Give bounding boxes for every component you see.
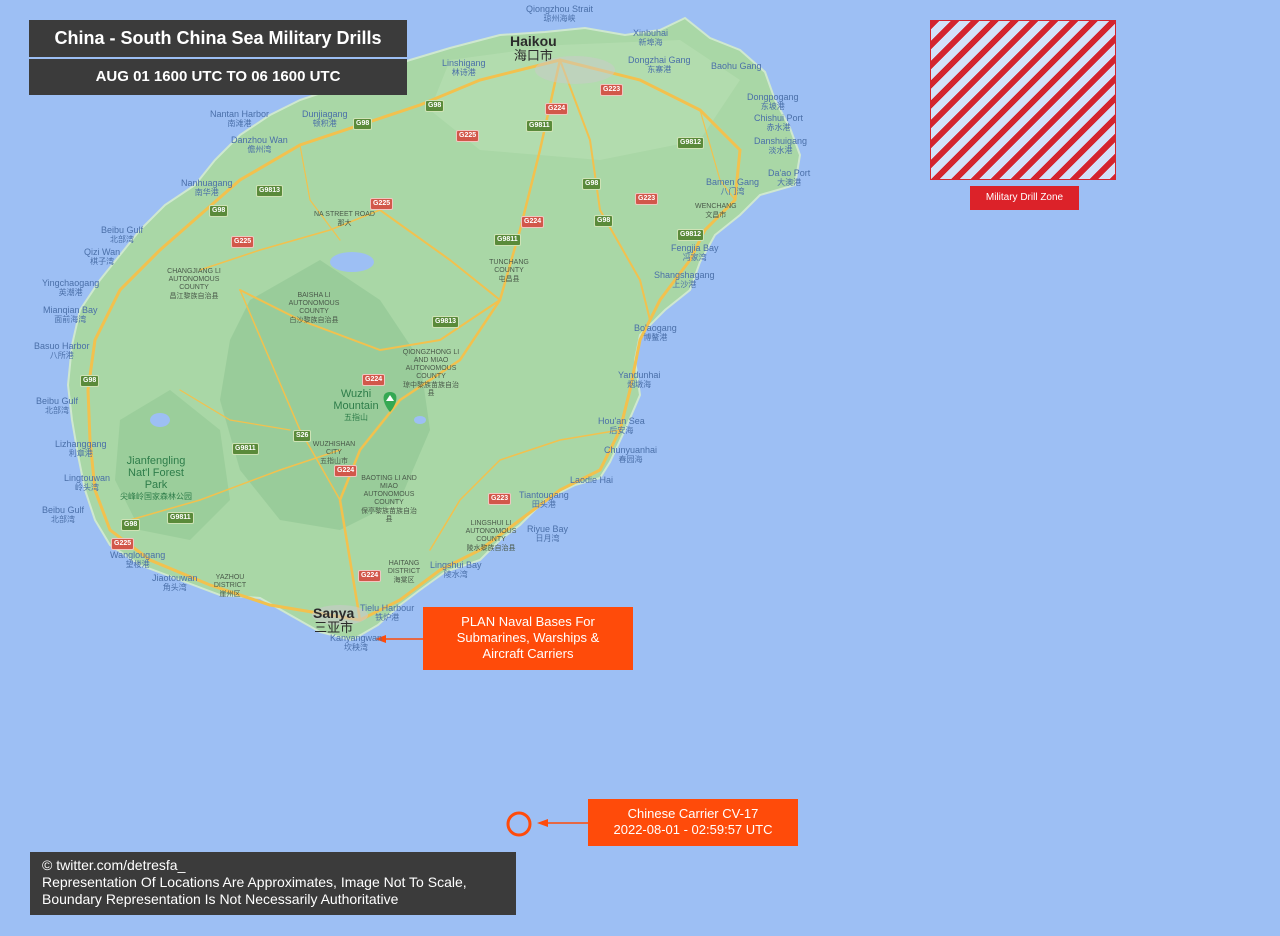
place-label: Basuo Harbor 八所港	[34, 341, 90, 360]
place-label: Baohu Gang	[711, 61, 762, 71]
place-label: Lingshui Bay 陵水湾	[430, 560, 482, 579]
place-label: Bamen Gang 八门湾	[706, 177, 760, 196]
place-label: Hou'an Sea 后安海	[598, 416, 645, 435]
place-label: Dunjiagang 顿积港	[302, 109, 348, 128]
carrier-name: Chinese Carrier CV-17	[627, 806, 759, 821]
carrier-callout: Chinese Carrier CV-17 2022-08-01 - 02:59…	[588, 799, 798, 846]
daguangba-reservoir	[150, 413, 170, 427]
place-label: Dongzhai Gang 东寨港	[628, 55, 691, 74]
county-label: WUZHISHAN CITY 五指山市	[312, 441, 356, 465]
credit-box: © twitter.com/detresfa_ Representation O…	[30, 852, 516, 915]
highway-shield: G9813	[256, 185, 284, 197]
drill-zone-legend-swatch	[930, 20, 1116, 180]
place-label: Beibu Gulf 北部湾	[101, 225, 144, 244]
place-label: Danshuigang 淡水港	[754, 136, 808, 155]
place-label: Chunyuanhai 春园海	[604, 445, 658, 464]
place-label: Chishui Port 赤水港	[754, 113, 804, 132]
highway-shield: G9812	[677, 137, 705, 149]
county-label: LINGSHUI LI AUTONOMOUS COUNTY 陵水黎族自治县	[465, 520, 517, 552]
niululing-reservoir	[414, 416, 426, 424]
naval-bases-callout: PLAN Naval Bases For Submarines, Warship…	[423, 607, 633, 670]
place-label: Kanyangwan 坎秧湾	[330, 633, 383, 652]
county-label: CHANGJIANG LI AUTONOMOUS COUNTY 昌江黎族自治县	[167, 268, 221, 300]
credit-source: © twitter.com/detresfa_	[42, 857, 186, 873]
highway-shield: G223	[600, 84, 624, 96]
highway-shield: G225	[370, 198, 394, 210]
county-label: BAISHA LI AUTONOMOUS COUNTY 白沙黎族自治县	[288, 292, 340, 324]
place-label: Mianqian Bay 面前海湾	[43, 305, 98, 324]
place-label: Fengjia Bay 冯家湾	[671, 243, 719, 262]
city-label-sanya: Sanya 三亚市	[313, 605, 355, 637]
carrier-timestamp: 2022-08-01 - 02:59:57 UTC	[613, 822, 773, 837]
county-label: BAOTING LI AND MIAO AUTONOMOUS COUNTY 保亭黎…	[361, 475, 417, 523]
highway-shield: G98	[582, 178, 602, 190]
place-label: Xinbuhai 新埠海	[633, 28, 669, 47]
highway-shield: G98	[80, 375, 100, 387]
highway-shield: G225	[111, 538, 135, 550]
place-label: Yandunhai 烟墩海	[618, 370, 661, 389]
place-label: Qiongzhou Strait 琼州海峡	[526, 4, 594, 23]
highway-shield: G224	[358, 570, 382, 582]
highway-shield: G225	[456, 130, 480, 142]
highway-shield: G9812	[677, 229, 705, 241]
date-range-banner: AUG 01 1600 UTC TO 06 1600 UTC	[29, 59, 407, 95]
county-label: NA STREET ROAD 那大	[314, 211, 375, 227]
place-label: Lingtouwan 岭头湾	[64, 473, 111, 492]
place-label: Bo'aogang 博鳌港	[634, 323, 677, 342]
highway-shield: G9813	[432, 316, 460, 328]
page-title: China - South China Sea Military Drills	[29, 20, 407, 57]
highway-shield: G98	[209, 205, 229, 217]
credit-disclaimer-1: Representation Of Locations Are Approxim…	[42, 874, 467, 890]
highway-shield: G9811	[526, 120, 553, 132]
place-label: Riyue Bay 日月湾	[527, 524, 569, 543]
county-label: YAZHOU DISTRICT 崖州区	[213, 574, 247, 598]
county-label: HAITANG DISTRICT 海棠区	[387, 560, 421, 584]
city-label-haikou: Haikou 海口市	[510, 33, 557, 65]
place-label: Beibu Gulf 北部湾	[36, 396, 79, 415]
highway-shield: G9811	[167, 512, 194, 524]
highway-shield: G98	[353, 118, 373, 130]
place-label: Yingchaogang 英潮港	[42, 278, 100, 297]
place-label: Nantan Harbor 南滩港	[210, 109, 270, 128]
highway-shield: G223	[635, 193, 659, 205]
highway-shield: G223	[488, 493, 512, 505]
park-label: Jianfengling Nat'l Forest Park 尖峰岭国家森林公园	[120, 455, 192, 501]
highway-shield: G9811	[232, 443, 259, 455]
highway-shield: G9811	[494, 234, 521, 246]
highway-shield: G225	[231, 236, 255, 248]
place-label: Tiantougang 田头港	[519, 490, 569, 509]
place-label: Beibu Gulf 北部湾	[42, 505, 85, 524]
county-label: TUNCHANG COUNTY 屯昌县	[489, 259, 529, 283]
songtao-reservoir	[330, 252, 374, 272]
highway-shield: G224	[334, 465, 358, 477]
place-label: WENCHANG 文昌市	[695, 203, 737, 219]
highway-shield: S26	[293, 430, 312, 442]
highway-shield: G98	[121, 519, 141, 531]
place-label: Danzhou Wan 儋州湾	[231, 135, 288, 154]
place-label: Wanglougang 望楼港	[110, 550, 166, 569]
place-label: Lizhanggang 利章港	[55, 439, 107, 458]
place-label: Da'ao Port 大澳港	[768, 168, 811, 187]
highway-shield: G224	[362, 374, 386, 386]
highway-shield: G98	[594, 215, 614, 227]
place-label: Jiaotouwan 角头湾	[152, 573, 198, 592]
county-label: QIONGZHONG LI AND MIAO AUTONOMOUS COUNTY…	[402, 349, 460, 397]
place-label: Linshigang 林诗港	[442, 58, 486, 77]
drill-zone-legend-label: Military Drill Zone	[970, 186, 1079, 210]
place-label: Qizi Wan 棋子湾	[84, 247, 121, 266]
place-label: Tielu Harbour 铁炉港	[360, 603, 415, 622]
highway-shield: G224	[521, 216, 545, 228]
highway-shield: G98	[425, 100, 445, 112]
park-label: Wuzhi Mountain 五指山	[333, 388, 379, 422]
place-label: Laodie Hai	[570, 475, 614, 485]
place-label: Nanhuagang 南华港	[181, 178, 233, 197]
credit-disclaimer-2: Boundary Representation Is Not Necessari…	[42, 891, 399, 907]
place-label: Shangshagang 上沙港	[654, 270, 715, 289]
place-label: Dongpogang 东坡港	[747, 92, 799, 111]
highway-shield: G224	[545, 103, 569, 115]
